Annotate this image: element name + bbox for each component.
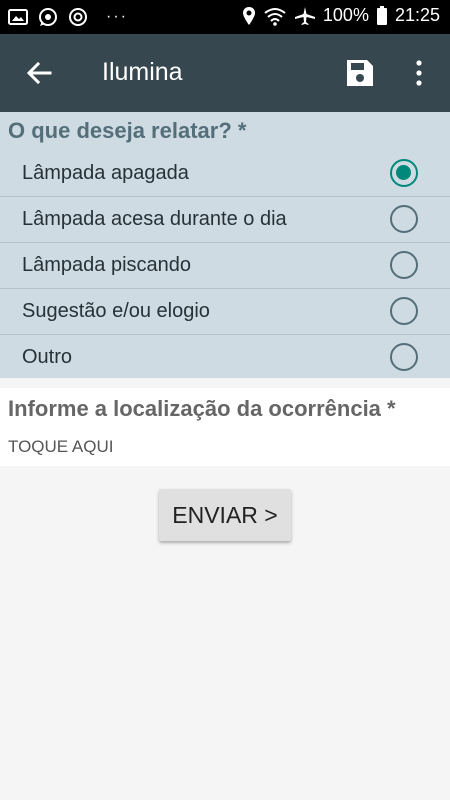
radio-button[interactable] — [390, 297, 418, 325]
report-type-section: O que deseja relatar? * Lâmpada apagada … — [0, 112, 450, 378]
location-tap-here[interactable]: TOQUE AQUI — [8, 437, 114, 457]
location-label: Informe a localização da ocorrência * — [8, 396, 396, 421]
back-button[interactable] — [22, 58, 56, 88]
gallery-icon — [8, 8, 28, 26]
radio-button[interactable] — [390, 251, 418, 279]
option-label: Sugestão e/ou elogio — [22, 300, 210, 322]
battery-icon — [376, 5, 388, 26]
status-bar: ··· 100% 21:25 — [0, 0, 450, 34]
save-button[interactable] — [345, 58, 375, 88]
status-bar-system: 100% 21:25 — [242, 5, 440, 26]
option-sugestao-elogio[interactable]: Sugestão e/ou elogio — [0, 289, 450, 335]
option-label: Lâmpada acesa durante o dia — [22, 208, 287, 230]
location-icon — [242, 6, 256, 26]
option-lampada-apagada[interactable]: Lâmpada apagada — [0, 151, 450, 197]
battery-percent: 100% — [322, 5, 369, 25]
chrome-icon — [68, 7, 88, 27]
report-type-options: Lâmpada apagada Lâmpada acesa durante o … — [0, 151, 450, 381]
wifi-icon — [263, 6, 287, 26]
overflow-notifications: ··· — [106, 8, 128, 25]
airplane-icon — [294, 6, 316, 26]
page-title: Ilumina — [102, 58, 183, 86]
option-label: Lâmpada piscando — [22, 254, 192, 276]
option-lampada-acesa[interactable]: Lâmpada acesa durante o dia — [0, 197, 450, 243]
option-outro[interactable]: Outro — [0, 335, 450, 381]
option-label: Outro — [22, 346, 73, 368]
more-vert-icon — [407, 60, 431, 92]
option-label: Lâmpada apagada — [22, 162, 189, 184]
option-lampada-piscando[interactable]: Lâmpada piscando — [0, 243, 450, 289]
more-options-button[interactable] — [407, 58, 431, 88]
status-bar-notifications: ··· — [8, 7, 128, 27]
app-bar: Ilumina — [0, 34, 450, 112]
send-button[interactable]: ENVIAR > — [159, 489, 291, 541]
location-section[interactable]: Informe a localização da ocorrência * TO… — [0, 388, 450, 466]
radio-button-checked[interactable] — [390, 159, 418, 187]
radio-button[interactable] — [390, 205, 418, 233]
report-type-label: O que deseja relatar? * — [8, 118, 247, 143]
radio-button[interactable] — [390, 343, 418, 371]
clock: 21:25 — [394, 5, 440, 25]
save-icon — [345, 60, 375, 92]
arrow-left-icon — [22, 61, 56, 92]
whatsapp-icon — [38, 7, 58, 27]
